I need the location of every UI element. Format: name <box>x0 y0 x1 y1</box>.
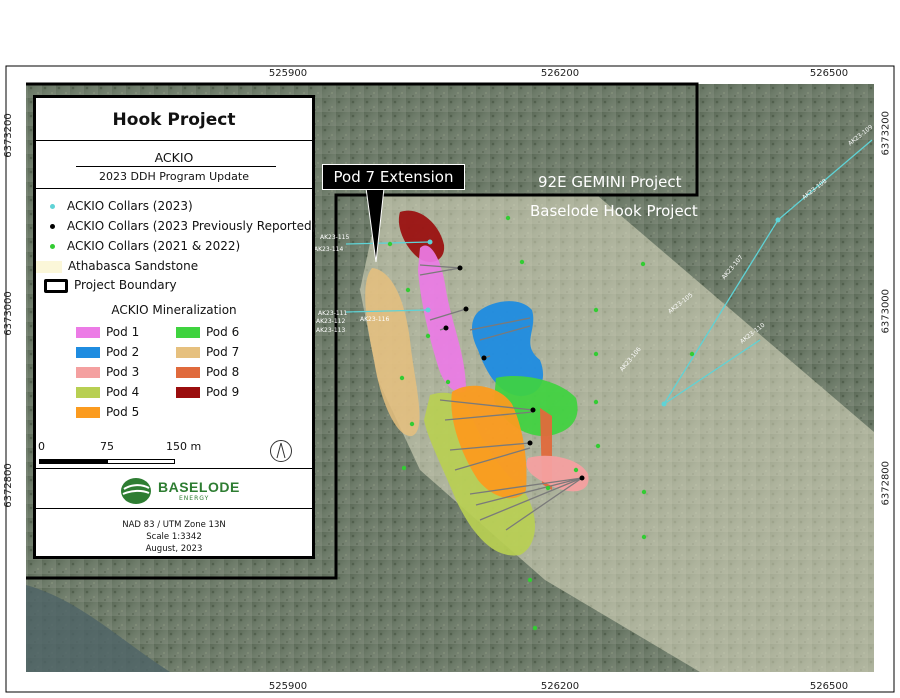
legend-divider <box>36 508 312 509</box>
x-tick-top-2: 526200 <box>540 68 580 79</box>
boundary-swatch-icon <box>44 278 68 293</box>
y-tick-right-3: 6372800 <box>880 460 892 506</box>
gemini-project-label: 92E GEMINI Project <box>538 173 682 191</box>
x-tick-bottom-2: 526200 <box>540 681 580 692</box>
scale-bar-segment <box>39 459 107 464</box>
pod-6-swatch-icon <box>176 327 200 338</box>
legend-divider <box>76 166 276 167</box>
pod-3-swatch-icon <box>76 367 100 378</box>
pod-5-swatch-icon <box>76 407 100 418</box>
legend-divider <box>36 468 312 469</box>
collar-label: AK23-116 <box>360 316 390 323</box>
scale-label-0: 0 <box>38 440 45 453</box>
pod-7-extension-callout: Pod 7 Extension <box>322 164 465 190</box>
legend-item-sandstone: Athabasca Sandstone <box>36 259 198 273</box>
legend-pod-9: Pod 9 <box>176 385 239 399</box>
collar-label: AK23-115 <box>320 234 350 241</box>
legend-panel: Hook Project ACKIO 2023 DDH Program Upda… <box>33 95 316 559</box>
legend-item-boundary: Project Boundary <box>44 278 177 293</box>
legend-program: 2023 DDH Program Update <box>99 170 249 183</box>
map-frame: 525900 526200 526500 525900 526200 52650… <box>0 0 900 698</box>
y-tick-right-2: 6373000 <box>880 288 892 334</box>
legend-pod-1: Pod 1 <box>76 325 139 339</box>
green-dot-icon <box>50 244 55 249</box>
collar-label: AK23-112 <box>316 318 346 325</box>
pod-2-swatch-icon <box>76 347 100 358</box>
legend-item-collars-2023: ACKIO Collars (2023) <box>44 199 193 213</box>
pod-4-swatch-icon <box>76 387 100 398</box>
pod-7-swatch-icon <box>176 347 200 358</box>
legend-pod-4: Pod 4 <box>76 385 139 399</box>
mineralization-title: ACKIO Mineralization <box>111 303 237 317</box>
legend-pod-3: Pod 3 <box>76 365 139 379</box>
baselode-logo-sub: ENERGY <box>179 495 210 502</box>
x-tick-bottom-3: 526500 <box>809 681 849 692</box>
pod-9-swatch-icon <box>176 387 200 398</box>
legend-pod-7: Pod 7 <box>176 345 239 359</box>
scale-bar-segment <box>107 459 175 464</box>
cyan-dot-icon <box>50 204 55 209</box>
north-arrow-icon <box>270 440 292 462</box>
baselode-logo-text: BASELODE <box>158 479 240 495</box>
scale-text: Scale 1:3342 <box>146 532 202 542</box>
pod-1-swatch-icon <box>76 327 100 338</box>
sandstone-swatch-icon <box>36 260 62 273</box>
projection-text: NAD 83 / UTM Zone 13N <box>122 520 226 530</box>
legend-divider <box>36 140 312 141</box>
y-tick-left-2: 6373000 <box>2 291 14 336</box>
scale-label-75: 75 <box>100 440 114 453</box>
legend-pod-5: Pod 5 <box>76 405 139 419</box>
legend-subtitle: ACKIO <box>154 150 194 165</box>
legend-pod-8: Pod 8 <box>176 365 239 379</box>
y-tick-right-1: 6373200 <box>880 110 892 156</box>
collar-label: AK23-111 <box>318 310 348 317</box>
black-dot-icon <box>50 224 55 229</box>
collar-label: AK23-114 <box>314 246 344 253</box>
hook-project-label: Baselode Hook Project <box>530 202 698 220</box>
pod-8-swatch-icon <box>176 367 200 378</box>
legend-title: Hook Project <box>112 110 236 130</box>
y-tick-left-1: 6373200 <box>2 113 14 158</box>
legend-pod-2: Pod 2 <box>76 345 139 359</box>
legend-pod-6: Pod 6 <box>176 325 239 339</box>
collar-label: AK23-113 <box>316 327 346 334</box>
legend-item-collars-previous: ACKIO Collars (2023 Previously Reported) <box>44 219 316 233</box>
legend-item-collars-2021-2022: ACKIO Collars (2021 & 2022) <box>44 239 240 253</box>
y-tick-left-3: 6372800 <box>2 463 14 508</box>
date-text: August, 2023 <box>145 544 203 554</box>
x-tick-top-3: 526500 <box>809 68 849 79</box>
scale-label-150: 150 m <box>166 440 202 453</box>
legend-divider <box>36 188 312 189</box>
x-tick-top-1: 525900 <box>268 68 308 79</box>
baselode-logo-icon <box>120 476 152 510</box>
x-tick-bottom-1: 525900 <box>268 681 308 692</box>
